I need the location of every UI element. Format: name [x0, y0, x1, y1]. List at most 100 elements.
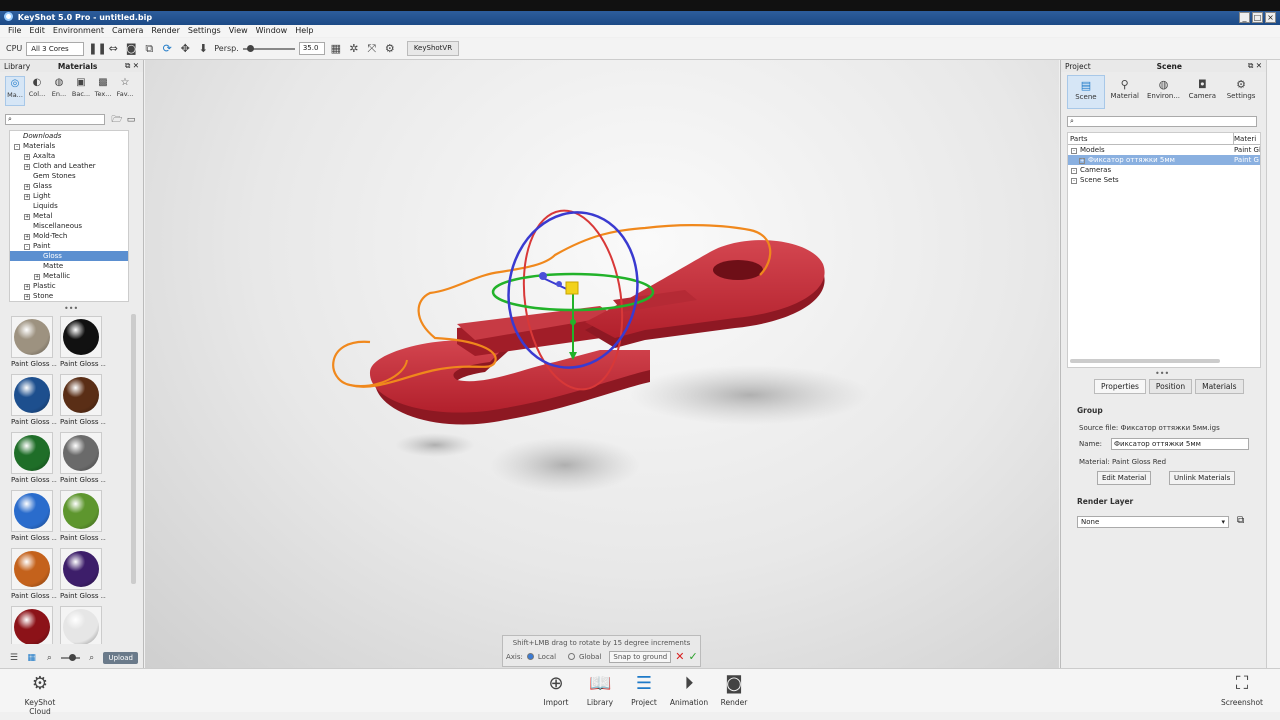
tab-backplates[interactable]: ▣ Bac... — [71, 76, 91, 106]
fov-input[interactable]: 35.0 — [298, 42, 325, 55]
menu-edit[interactable]: Edit — [29, 25, 45, 37]
edit-material-button[interactable]: Edit Material — [1097, 471, 1152, 485]
fov-slider[interactable] — [242, 44, 295, 52]
tree-item[interactable]: + Glass — [10, 181, 128, 191]
scene-tree-scrollbar[interactable] — [1070, 359, 1220, 363]
download-icon[interactable]: ⬇ — [196, 42, 210, 56]
tab-camera[interactable]: ◘ Camera — [1183, 75, 1221, 109]
render-viewport[interactable]: Shift+LMB drag to rotate by 15 degree in… — [145, 60, 1059, 668]
render-layer-select[interactable]: None ▾ — [1077, 516, 1229, 528]
import-button[interactable]: ⊕ Import — [534, 673, 578, 707]
expand-toggle-icon[interactable]: + — [1079, 158, 1085, 164]
tab-properties[interactable]: Properties — [1094, 379, 1146, 394]
crosshair-icon[interactable]: ⤧ — [365, 42, 379, 56]
material-swatch[interactable]: Paint Gloss ... — [58, 430, 106, 486]
material-column-header[interactable]: Materi — [1234, 133, 1256, 144]
name-input[interactable]: Фиксатор оттяжки 5мм — [1111, 438, 1249, 450]
tree-item[interactable]: - Materials — [10, 141, 128, 151]
refresh-icon[interactable]: ⟳ — [160, 42, 174, 56]
material-swatch[interactable]: Paint Gloss ... — [58, 488, 106, 544]
screenshot-small-icon[interactable]: ◙ — [124, 42, 138, 56]
material-swatch[interactable]: Paint Gloss ... — [9, 372, 57, 428]
local-radio[interactable] — [526, 653, 534, 660]
expand-toggle-icon[interactable] — [24, 222, 30, 228]
global-radio[interactable] — [568, 653, 576, 660]
expand-toggle-icon[interactable]: - — [14, 144, 20, 150]
cancel-x-icon[interactable]: ✕ — [675, 650, 684, 663]
tree-item[interactable]: + Cloth and Leather — [10, 161, 128, 171]
folder-icon[interactable]: ▭ — [124, 113, 138, 127]
move-icon[interactable]: ✥ — [178, 42, 192, 56]
expand-toggle-icon[interactable]: - — [1071, 168, 1077, 174]
tab-materials[interactable]: ◎ Ma... — [5, 76, 25, 106]
thumbnail-size-slider[interactable] — [61, 654, 80, 661]
expand-toggle-icon[interactable]: - — [1071, 178, 1077, 184]
tab-textures[interactable]: ▩ Tex... — [93, 76, 113, 106]
expand-toggle-icon[interactable] — [34, 262, 40, 268]
expand-toggle-icon[interactable]: + — [24, 234, 30, 240]
expand-toggle-icon[interactable]: + — [24, 164, 30, 170]
tab-scene[interactable]: ▤ Scene — [1067, 75, 1105, 109]
keyshot-cloud-button[interactable]: ⚙ KeyShot Cloud — [18, 673, 62, 716]
tree-item[interactable]: + Metallic — [10, 271, 128, 281]
library-scrollbar[interactable] — [131, 314, 136, 584]
menu-file[interactable]: File — [8, 25, 21, 37]
expand-toggle-icon[interactable]: - — [1071, 148, 1077, 154]
expand-toggle-icon[interactable]: + — [24, 214, 30, 220]
menu-camera[interactable]: Camera — [112, 25, 143, 37]
scene-tree-row[interactable]: + Фиксатор оттяжки 5мм Paint G — [1068, 155, 1260, 165]
confirm-check-icon[interactable]: ✓ — [688, 650, 697, 663]
tree-item[interactable]: + Mold-Tech — [10, 231, 128, 241]
expand-toggle-icon[interactable] — [24, 172, 30, 178]
library-button[interactable]: 📖 Library — [578, 673, 622, 707]
unlink-materials-button[interactable]: Unlink Materials — [1169, 471, 1236, 485]
expand-toggle-icon[interactable]: + — [24, 284, 30, 290]
tree-item[interactable]: - Paint — [10, 241, 128, 251]
sync-icon[interactable]: ⚙ — [383, 42, 397, 56]
menu-help[interactable]: Help — [295, 25, 313, 37]
expand-toggle-icon[interactable] — [24, 202, 30, 208]
material-swatch[interactable]: Paint Gloss ... — [58, 546, 106, 602]
zoom-out-icon[interactable]: ⌕ — [44, 651, 56, 665]
tab-colors[interactable]: ◐ Col... — [27, 76, 47, 106]
parts-column-header[interactable]: Parts — [1068, 133, 1234, 144]
tree-item[interactable]: + Stone — [10, 291, 128, 301]
tree-item[interactable]: Matte — [10, 261, 128, 271]
expand-toggle-icon[interactable] — [14, 132, 20, 138]
snap-to-ground-button[interactable]: Snap to ground — [609, 650, 672, 663]
tree-item[interactable]: + Metal — [10, 211, 128, 221]
tab-environments[interactable]: ◍ En... — [49, 76, 69, 106]
material-swatch[interactable]: Paint Gloss ... — [9, 430, 57, 486]
window-scrollbar[interactable] — [1266, 60, 1280, 668]
menu-render[interactable]: Render — [151, 25, 179, 37]
scene-tree-row[interactable]: - Scene Sets — [1068, 175, 1260, 185]
tree-item[interactable]: + Light — [10, 191, 128, 201]
material-swatch[interactable]: Paint Gloss ... — [58, 372, 106, 428]
expand-toggle-icon[interactable]: + — [24, 194, 30, 200]
list-view-icon[interactable]: ☰ — [8, 651, 20, 665]
tree-item[interactable]: Gem Stones — [10, 171, 128, 181]
expand-toggle-icon[interactable] — [34, 252, 40, 258]
tab-position[interactable]: Position — [1148, 379, 1193, 394]
pause-icon[interactable]: ❚❚ — [88, 42, 106, 56]
expand-toggle-icon[interactable]: + — [34, 274, 40, 280]
tree-item[interactable]: Downloads — [10, 131, 128, 141]
keyshotvr-button[interactable]: KeyShotVR — [406, 41, 460, 56]
upload-button[interactable]: Upload — [103, 652, 138, 664]
project-button[interactable]: ☰ Project — [622, 673, 666, 707]
material-swatch[interactable]: Paint Gloss ... — [58, 604, 106, 644]
zoom-in-icon[interactable]: ⌕ — [86, 651, 98, 665]
maximize-button[interactable]: □ — [1252, 12, 1263, 23]
layers-icon[interactable]: ⧉ — [1237, 515, 1244, 526]
tab-materials[interactable]: Materials — [1195, 379, 1244, 394]
scene-tree-row[interactable]: - Models Paint Gl — [1068, 145, 1260, 155]
expand-toggle-icon[interactable]: + — [24, 184, 30, 190]
material-swatch[interactable]: Paint Gloss ... — [9, 488, 57, 544]
menu-environment[interactable]: Environment — [53, 25, 104, 37]
tab-environment[interactable]: ◍ Environ... — [1145, 75, 1183, 109]
tree-item[interactable]: Miscellaneous — [10, 221, 128, 231]
expand-toggle-icon[interactable]: + — [24, 294, 30, 300]
close-window-button[interactable]: × — [1265, 12, 1276, 23]
menu-settings[interactable]: Settings — [188, 25, 221, 37]
tree-item[interactable]: Gloss — [10, 251, 128, 261]
